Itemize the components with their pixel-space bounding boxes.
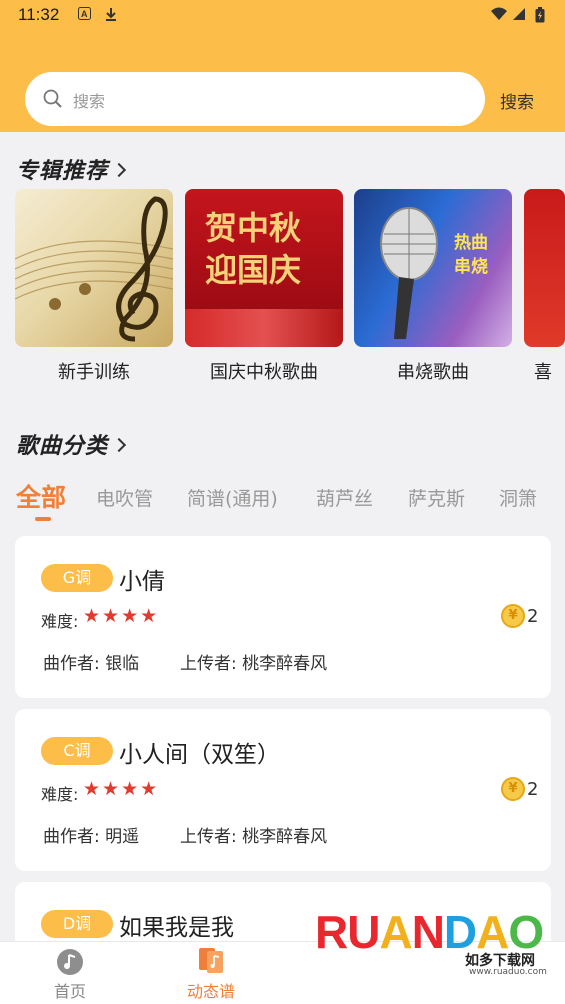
coin-icon: ¥ [501, 777, 525, 801]
search-icon [43, 89, 63, 109]
composer: 曲作者: 明遥 [43, 827, 140, 847]
battery-icon [535, 7, 545, 27]
tab-dongxiao[interactable]: 洞箫 [499, 484, 537, 511]
watermark-url: www.ruaduo.com [469, 967, 547, 977]
notification-a-icon: A [78, 7, 91, 24]
album-section-label: 专辑推荐 [16, 159, 109, 184]
song-title: 小倩 [119, 569, 165, 595]
difficulty-label: 难度: [41, 612, 79, 631]
album-art-text: 贺中秋 迎国庆 [205, 209, 302, 289]
album-cover-medley[interactable]: 热曲 串烧 [354, 189, 512, 347]
sheet-music-icon [199, 948, 223, 973]
nav-dynamic-score[interactable]: 动态谱 [161, 942, 261, 1004]
category-section-title[interactable]: 歌曲分类 [16, 428, 127, 460]
music-disc-icon [57, 949, 83, 975]
nav-label: 首页 [53, 982, 86, 1001]
difficulty-stars: ★★★★ [83, 778, 160, 800]
status-time: 11:32 [18, 5, 60, 24]
tab-electric-wind[interactable]: 电吹管 [96, 484, 153, 511]
tab-numbered-notation[interactable]: 简谱(通用) [187, 484, 278, 511]
nav-home[interactable]: 首页 [20, 942, 120, 1004]
search-input[interactable]: 搜索 [25, 72, 485, 126]
album-label: 串烧歌曲 [397, 362, 469, 383]
chevron-right-icon [111, 437, 127, 453]
album-label: 新手训练 [58, 362, 130, 383]
album-art-text: 热曲 串烧 [454, 233, 488, 277]
status-bar: 11:32 A [0, 0, 565, 32]
download-icon [104, 7, 118, 25]
search-button[interactable]: 搜索 [500, 88, 534, 113]
chevron-right-icon [111, 162, 127, 178]
coin-icon: ¥ [501, 604, 525, 628]
tab-saxophone[interactable]: 萨克斯 [408, 484, 465, 511]
album-label: 喜 [534, 362, 552, 383]
coin-count: 2 [527, 606, 539, 627]
active-tab-indicator [35, 517, 51, 521]
album-cover-beginner[interactable] [15, 189, 173, 347]
key-badge: D调 [41, 910, 113, 938]
tab-all[interactable]: 全部 [16, 478, 66, 514]
difficulty-stars: ★★★★ [83, 605, 160, 627]
svg-text:A: A [81, 9, 88, 19]
treble-clef-music-icon [15, 196, 173, 342]
song-card[interactable]: G调 小倩 难度: ★★★★ ¥ 2 曲作者: 银临 上传者: 桃李醉春风 [15, 536, 551, 698]
microphone-icon [380, 207, 438, 339]
difficulty-label: 难度: [41, 785, 79, 804]
signal-icon [512, 7, 526, 25]
album-label: 国庆中秋歌曲 [210, 362, 318, 383]
tab-hulusi[interactable]: 葫芦丝 [316, 484, 373, 511]
song-title: 如果我是我 [119, 915, 234, 941]
search-placeholder: 搜索 [73, 92, 106, 111]
wifi-icon [490, 7, 508, 25]
nav-label: 动态谱 [186, 982, 235, 1001]
coin-count: 2 [527, 779, 539, 800]
uploader: 上传者: 桃李醉春风 [180, 654, 328, 674]
key-badge: G调 [41, 564, 113, 592]
album-cover-festive[interactable] [524, 189, 565, 347]
uploader: 上传者: 桃李醉春风 [180, 827, 328, 847]
song-card[interactable]: C调 小人间（双笙） 难度: ★★★★ ¥ 2 曲作者: 明遥 上传者: 桃李醉… [15, 709, 551, 871]
song-title: 小人间（双笙） [119, 742, 280, 768]
album-art-ribbon [185, 309, 343, 347]
album-cover-national-day[interactable]: 贺中秋 迎国庆 [185, 189, 343, 347]
key-badge: C调 [41, 737, 113, 765]
header: 11:32 A 搜索 搜索 [0, 0, 565, 132]
category-section-label: 歌曲分类 [16, 434, 109, 459]
watermark-logo: RUANDAO 如多下载网 www.ruaduo.com [315, 905, 547, 1000]
album-section-title[interactable]: 专辑推荐 [16, 153, 127, 185]
composer: 曲作者: 银临 [43, 654, 140, 674]
